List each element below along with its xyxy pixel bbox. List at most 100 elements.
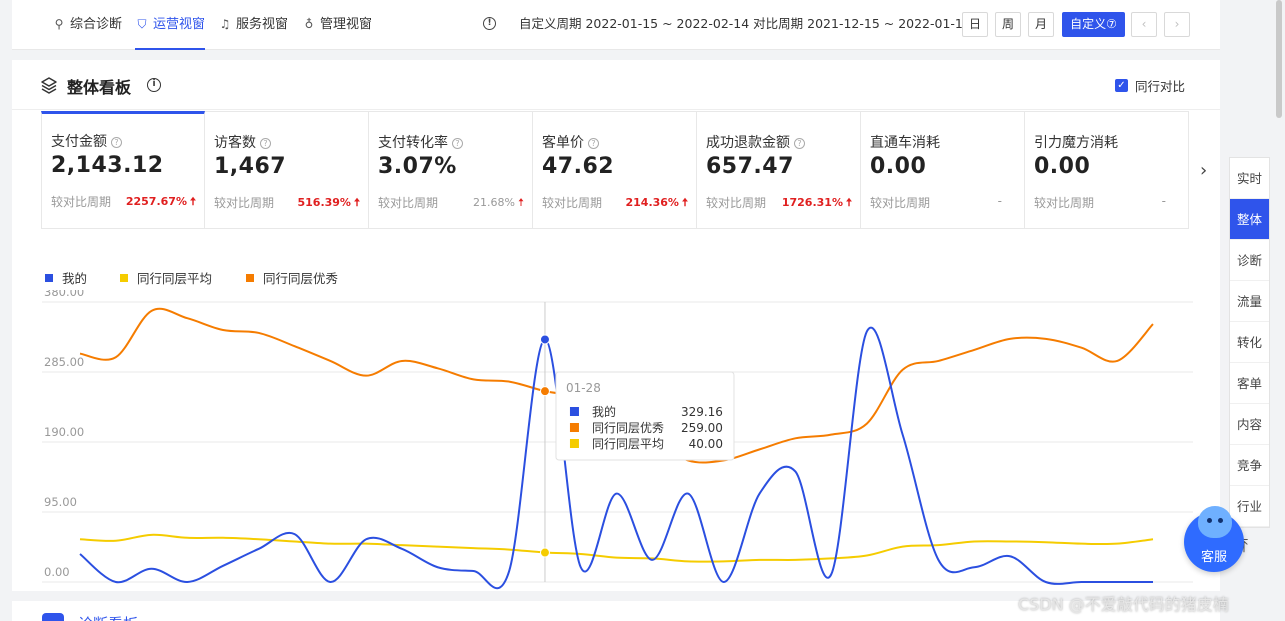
info-icon[interactable]: i xyxy=(147,78,161,92)
metric-value: 3.07% xyxy=(378,154,457,179)
sidebar-item[interactable]: 内容 xyxy=(1230,404,1269,445)
arrow-up-icon: 🠅 xyxy=(353,196,360,209)
tooltip-value: 329.16 xyxy=(681,405,723,419)
metric-value: 0.00 xyxy=(870,154,927,179)
y-tick-label: 285.00 xyxy=(44,355,84,369)
trend-line-chart[interactable]: 0.0095.00190.00285.00380.0001-1501-1701-… xyxy=(12,290,1220,590)
help-icon[interactable]: ? xyxy=(588,138,599,149)
arrow-up-icon: 🠅 xyxy=(681,196,688,209)
metric-card[interactable]: 客单价? 47.62 较对比周期 214.36% 🠅 xyxy=(533,111,697,229)
prev-period-button[interactable]: ‹ xyxy=(1131,12,1157,37)
tooltip-series-name: 同行同层平均 xyxy=(592,437,664,451)
tooltip-value: 40.00 xyxy=(689,437,723,451)
compare-checkbox[interactable]: ✓ xyxy=(1115,79,1128,92)
tooltip-swatch xyxy=(569,407,579,416)
help-icon[interactable]: ? xyxy=(111,137,122,148)
metric-compare-label: 较对比周期 xyxy=(542,196,603,210)
metric-compare-label: 较对比周期 xyxy=(706,196,767,210)
diagnosis-card-title: 诊断看板 xyxy=(78,613,138,621)
metric-card[interactable]: 支付金额? 2,143.12 较对比周期 2257.67% 🠅 xyxy=(41,111,205,229)
layers-icon xyxy=(41,77,57,94)
metric-card[interactable]: 支付转化率? 3.07% 较对比周期 21.68% 🠅 xyxy=(369,111,533,229)
tooltip-value: 259.00 xyxy=(681,421,723,435)
sidebar-item[interactable]: 整体 xyxy=(1230,199,1269,240)
right-nav-sidebar: 实时 整体 诊断 流量 转化 客单 内容 竞争 行业 xyxy=(1229,157,1270,528)
metric-compare-label: 较对比周期 xyxy=(214,196,275,210)
metric-name: 访客数 xyxy=(214,135,256,151)
metric-value: 0.00 xyxy=(1034,154,1091,179)
metric-value: 2,143.12 xyxy=(51,153,164,178)
sidebar-item[interactable]: 实时 xyxy=(1230,158,1269,199)
period-month-button[interactable]: 月 xyxy=(1028,12,1054,37)
shield-icon: ⛉ xyxy=(137,17,147,31)
watermark: CSDN @不爱敲代码的猪皮楠 xyxy=(1018,595,1229,614)
tab-comprehensive-diagnosis[interactable]: ⚲ 综合诊断 xyxy=(52,0,122,50)
tooltip-date: 01-28 xyxy=(566,381,601,395)
headset-icon: ♫ xyxy=(219,17,231,31)
sidebar-item[interactable]: 竞争 xyxy=(1230,445,1269,486)
sidebar-item[interactable]: 客单 xyxy=(1230,363,1269,404)
sidebar-item[interactable]: 流量 xyxy=(1230,281,1269,322)
metric-compare-label: 较对比周期 xyxy=(51,195,112,209)
info-icon[interactable]: ! xyxy=(483,17,496,30)
help-icon[interactable]: ? xyxy=(794,138,805,149)
metric-compare-label: 较对比周期 xyxy=(870,196,931,210)
sidebar-item[interactable]: 转化 xyxy=(1230,322,1269,363)
legend-swatch xyxy=(45,274,53,282)
compare-label[interactable]: 同行对比 xyxy=(1135,76,1185,95)
tab-service-view[interactable]: ♫ 服务视窗 xyxy=(218,0,288,50)
tooltip-swatch xyxy=(569,423,579,432)
lightbulb-icon: ♁ xyxy=(304,17,314,31)
card-title: 整体看板 xyxy=(67,78,132,97)
metric-card[interactable]: 引力魔方消耗 0.00 较对比周期 - xyxy=(1025,111,1189,229)
metric-change: 2257.67% xyxy=(125,195,187,208)
highlight-point[interactable] xyxy=(539,386,550,397)
customer-service-label: 客服 xyxy=(1200,550,1227,565)
y-tick-label: 380.00 xyxy=(44,290,84,299)
highlight-point[interactable] xyxy=(539,547,550,558)
help-icon[interactable]: ? xyxy=(452,138,463,149)
metric-card[interactable]: 访客数? 1,467 较对比周期 516.39% 🠅 xyxy=(205,111,369,229)
overall-dashboard-card: 整体看板 i ✓ 同行对比 支付金额? 2,143.12 较对比周期 2257.… xyxy=(12,60,1220,591)
period-day-button[interactable]: 日 xyxy=(962,12,988,37)
metric-change: 516.39% xyxy=(297,196,351,209)
metric-name: 引力魔方消耗 xyxy=(1034,135,1118,151)
legend-swatch xyxy=(246,274,254,282)
next-metrics-arrow-icon[interactable]: › xyxy=(1200,160,1207,181)
arrow-up-icon: 🠅 xyxy=(189,195,196,208)
metric-name: 成功退款金额 xyxy=(706,135,790,151)
metric-name: 支付转化率 xyxy=(378,135,448,151)
diagnosis-icon: ⚲ xyxy=(54,17,64,31)
metric-change: - xyxy=(997,194,1002,208)
scrollbar-thumb[interactable] xyxy=(1276,0,1282,118)
legend-item[interactable]: 我的 xyxy=(45,268,87,287)
metric-card[interactable]: 直通车消耗 0.00 较对比周期 - xyxy=(861,111,1025,229)
help-icon[interactable]: ? xyxy=(260,138,271,149)
highlight-point[interactable] xyxy=(539,334,550,345)
legend-swatch xyxy=(120,274,128,282)
tab-operations-view[interactable]: ⛉ 运营视窗 xyxy=(135,0,206,50)
metric-value: 1,467 xyxy=(214,154,287,179)
next-period-button[interactable]: › xyxy=(1164,12,1190,37)
arrow-up-icon: 🠅 xyxy=(845,196,852,209)
tooltip-series-name: 同行同层优秀 xyxy=(592,421,664,435)
legend-item[interactable]: 同行同层平均 xyxy=(120,268,212,287)
arrow-up-icon: 🠅 xyxy=(517,196,524,209)
period-week-button[interactable]: 周 xyxy=(995,12,1021,37)
y-tick-label: 0.00 xyxy=(44,565,70,579)
elephant-mascot-icon xyxy=(1198,506,1232,538)
sidebar-item[interactable]: 诊断 xyxy=(1230,240,1269,281)
customer-service-button[interactable]: 客服 xyxy=(1184,506,1244,572)
metric-name: 客单价 xyxy=(542,135,584,151)
metric-value: 47.62 xyxy=(542,154,615,179)
period-custom-button[interactable]: 自定义⑦ xyxy=(1062,12,1125,37)
metric-card[interactable]: 成功退款金额? 657.47 较对比周期 1726.31% 🠅 xyxy=(697,111,861,229)
y-tick-label: 95.00 xyxy=(44,495,77,509)
shield-icon xyxy=(42,613,64,621)
metric-change: 1726.31% xyxy=(781,196,843,209)
tab-management-view[interactable]: ♁ 管理视窗 xyxy=(302,0,372,50)
metric-compare-label: 较对比周期 xyxy=(378,196,439,210)
legend-item[interactable]: 同行同层优秀 xyxy=(246,268,338,287)
metric-name: 支付金额 xyxy=(51,134,107,150)
card-header: 整体看板 i ✓ 同行对比 xyxy=(12,60,1220,110)
